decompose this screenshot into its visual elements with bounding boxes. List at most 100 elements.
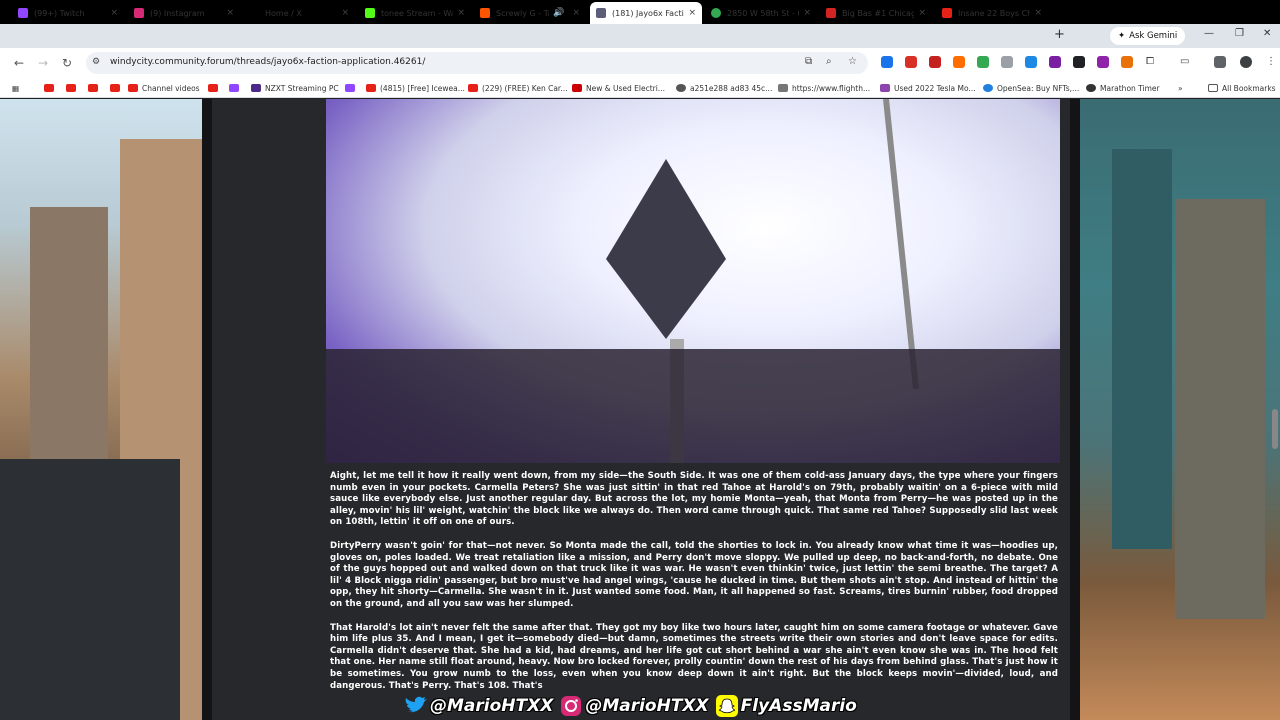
bookmark-opensea[interactable]: OpenSea: Buy NFTs,... xyxy=(983,82,1079,94)
extension-icon[interactable] xyxy=(1073,56,1085,68)
tab-yelp[interactable]: Big Bas #1 Chicago × xyxy=(820,2,932,24)
bookmark-icewea[interactable]: (4815) [Free] Icewea... xyxy=(366,82,465,94)
close-icon[interactable]: × xyxy=(918,8,926,18)
youtube-icon xyxy=(44,84,54,92)
tab-google-maps[interactable]: 2850 W 58th St - G × xyxy=(705,2,817,24)
page-viewport: Aight, let me tell it how it really went… xyxy=(0,99,1280,720)
youtube-icon xyxy=(66,84,76,92)
gemini-sparkle-icon: ✦ xyxy=(1118,31,1126,41)
tab-twitch[interactable]: (99+) Twitch × xyxy=(12,2,124,24)
extension-icon[interactable] xyxy=(953,56,965,68)
ask-gemini-button[interactable]: ✦ Ask Gemini xyxy=(1110,27,1186,45)
tab-youtube[interactable]: Insane 22 Boys Chi × xyxy=(936,2,1048,24)
stream-social-overlay: @MarioHTXX @MarioHTXX FlyAssMario xyxy=(404,692,857,720)
window-close-button[interactable]: ✕ xyxy=(1263,28,1271,39)
zoom-icon[interactable]: ⌕ xyxy=(826,56,832,67)
opensea-icon xyxy=(983,84,993,92)
bookmark-tesla-model[interactable]: Used 2022 Tesla Mo... xyxy=(880,82,976,94)
extension-icon[interactable] xyxy=(881,56,893,68)
bookmark-star-icon[interactable]: ☆ xyxy=(848,56,857,67)
bookmark-twitch[interactable] xyxy=(229,82,243,94)
timer-icon xyxy=(1086,84,1096,92)
close-icon[interactable]: × xyxy=(688,8,696,18)
forum-icon xyxy=(596,8,606,18)
tesla-icon xyxy=(572,84,582,92)
extension-icon[interactable] xyxy=(1001,56,1013,68)
speaker-icon[interactable]: 🔊 xyxy=(553,8,564,18)
maximize-button[interactable]: ❐ xyxy=(1235,28,1244,39)
scrollbar-thumb[interactable] xyxy=(1272,409,1278,449)
close-icon[interactable]: × xyxy=(803,8,811,18)
extension-icon[interactable] xyxy=(905,56,917,68)
bookmark-youtube[interactable] xyxy=(44,82,58,94)
soundcloud-icon xyxy=(480,8,490,18)
site-info-icon[interactable]: ⚙ xyxy=(92,57,100,67)
side-panel-icon[interactable]: ▭ xyxy=(1180,56,1189,67)
extension-icon[interactable] xyxy=(1025,56,1037,68)
extension-icon[interactable] xyxy=(1121,56,1133,68)
tab-kick-stream[interactable]: tonee Stream - Wa × xyxy=(359,2,471,24)
tab-instagram[interactable]: (9) Instagram × xyxy=(128,2,240,24)
bookmark-marathon-timer[interactable]: Marathon Timer xyxy=(1086,82,1160,94)
close-icon[interactable]: × xyxy=(341,8,349,18)
youtube-icon xyxy=(110,84,120,92)
page-scrollbar[interactable] xyxy=(1270,99,1280,704)
bookmark-tesla-used[interactable]: New & Used Electri... xyxy=(572,82,665,94)
close-icon[interactable]: × xyxy=(110,8,118,18)
more-bookmarks-chevron-icon[interactable]: » xyxy=(1178,82,1183,94)
bookmark-twitch[interactable] xyxy=(345,82,359,94)
forum-post-container: Aight, let me tell it how it really went… xyxy=(212,99,1070,720)
car-icon xyxy=(880,84,890,92)
close-icon[interactable]: × xyxy=(572,8,580,18)
close-icon[interactable]: × xyxy=(226,8,234,18)
youtube-icon xyxy=(366,84,376,92)
browser-window: (99+) Twitch × (9) Instagram × Home / X … xyxy=(0,0,1280,720)
extension-icon[interactable] xyxy=(1097,56,1109,68)
bookmark-hash[interactable]: a251e288 ad83 45c... xyxy=(676,82,772,94)
yelp-icon xyxy=(826,8,836,18)
bookmark-youtube[interactable] xyxy=(88,82,102,94)
tab-jayo6x-faction[interactable]: (181) Jayo6x Faction × xyxy=(590,2,702,24)
twitter-handle: @MarioHTXX xyxy=(404,695,553,717)
instagram-handle: @MarioHTXX xyxy=(559,695,709,717)
install-app-icon[interactable]: ⧉ xyxy=(805,56,812,67)
extension-icon[interactable] xyxy=(1049,56,1061,68)
bookmark-youtube[interactable] xyxy=(110,82,124,94)
bookmark-youtube[interactable] xyxy=(66,82,80,94)
bookmark-flighth[interactable]: https://www.flighth... xyxy=(778,82,870,94)
close-icon[interactable]: × xyxy=(457,8,465,18)
all-bookmarks-folder[interactable]: All Bookmarks xyxy=(1208,82,1276,94)
folder-icon xyxy=(1208,84,1218,92)
bookmark-ken-car[interactable]: (229) (FREE) Ken Car... xyxy=(468,82,567,94)
reload-button[interactable]: ↻ xyxy=(62,56,72,70)
youtube-icon xyxy=(88,84,98,92)
bookmark-nzxt[interactable]: NZXT Streaming PC xyxy=(251,82,339,94)
bookmark-youtube[interactable] xyxy=(208,82,222,94)
url-text[interactable]: windycity.community.forum/threads/jayo6x… xyxy=(110,57,425,67)
new-tab-button[interactable]: + xyxy=(1054,27,1065,42)
extension-icon[interactable] xyxy=(929,56,941,68)
globe-icon xyxy=(676,84,686,92)
post-paragraph: Aight, let me tell it how it really went… xyxy=(330,471,1058,528)
menu-kebab-icon[interactable]: ⋮ xyxy=(1266,56,1276,67)
background-city-left xyxy=(0,99,202,720)
forward-button[interactable]: → xyxy=(38,56,48,70)
profile-avatar[interactable] xyxy=(1240,56,1252,68)
post-image xyxy=(326,99,1060,463)
extensions-puzzle-icon[interactable]: ⧠ xyxy=(1146,56,1154,67)
extension-icon[interactable] xyxy=(977,56,989,68)
tab-screwly-g[interactable]: Screwly G - Talk 🔊 × xyxy=(474,2,586,24)
building-shape xyxy=(0,459,180,720)
map-pin-icon xyxy=(711,8,721,18)
twitch-icon xyxy=(345,84,355,92)
youtube-icon xyxy=(942,8,952,18)
tab-x-home[interactable]: Home / X × xyxy=(243,2,355,24)
minimize-button[interactable]: — xyxy=(1204,28,1214,39)
tab-strip xyxy=(0,24,1280,48)
bookmark-channel-videos[interactable]: Channel videos xyxy=(128,82,200,94)
back-button[interactable]: ← xyxy=(14,56,24,70)
download-icon[interactable] xyxy=(1214,56,1226,68)
apps-grid-icon[interactable]: ▦ xyxy=(12,82,19,94)
youtube-icon xyxy=(128,84,138,92)
close-icon[interactable]: × xyxy=(1034,8,1042,18)
